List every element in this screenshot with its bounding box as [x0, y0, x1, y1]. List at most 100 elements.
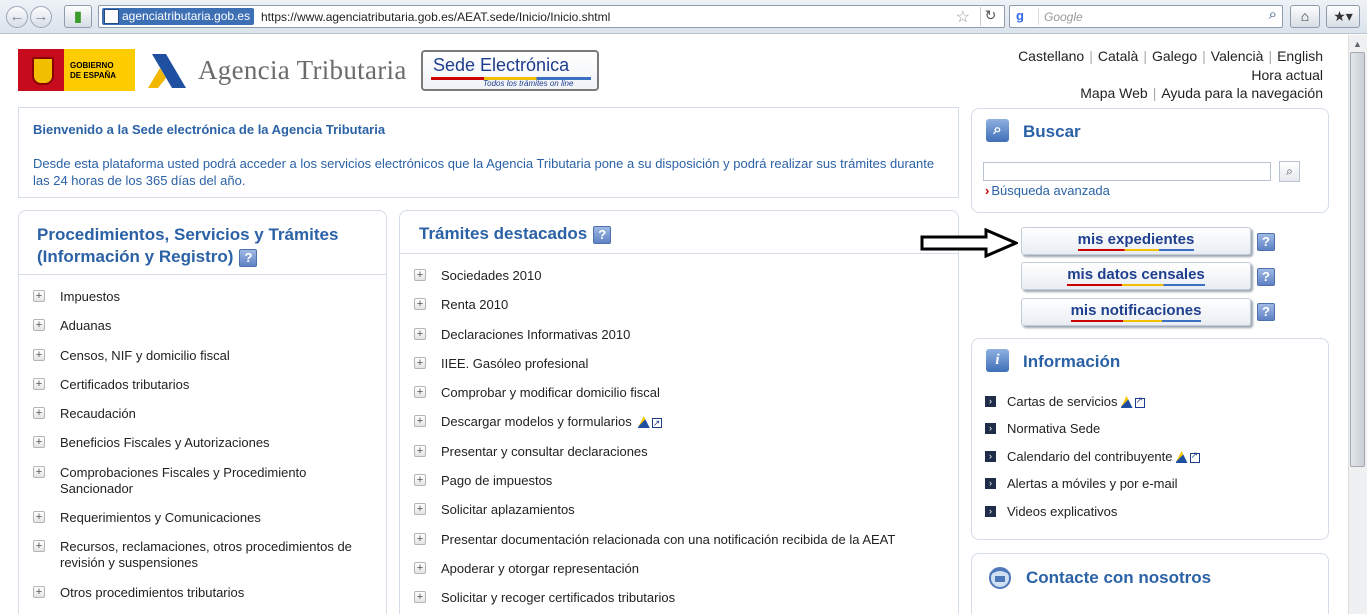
external-link-icon[interactable]: [1175, 450, 1200, 466]
expand-plus-icon[interactable]: +: [33, 586, 45, 598]
mis-expedientes-text[interactable]: mis expedientes: [1078, 231, 1195, 248]
list-item-label[interactable]: Recaudación: [60, 406, 136, 422]
expand-plus-icon[interactable]: +: [33, 511, 45, 523]
back-arrow-icon[interactable]: ←: [6, 6, 28, 28]
external-link-icon[interactable]: [637, 415, 662, 432]
browser-search-bar[interactable]: g Google ⌕: [1009, 5, 1283, 28]
list-item-label[interactable]: Beneficios Fiscales y Autorizaciones: [60, 435, 270, 451]
lang-galego[interactable]: Galego: [1152, 48, 1197, 64]
expand-plus-icon[interactable]: +: [33, 466, 45, 478]
site-identity-badge[interactable]: agenciatributaria.gob.es: [102, 8, 255, 25]
home-icon[interactable]: ⌂: [1290, 5, 1320, 28]
expand-plus-icon[interactable]: +: [33, 378, 45, 390]
expand-plus-icon[interactable]: +: [414, 357, 426, 369]
expand-plus-icon[interactable]: +: [33, 349, 45, 361]
list-item-label[interactable]: Impuestos: [60, 289, 120, 305]
expand-plus-icon[interactable]: +: [414, 269, 426, 281]
signal-icon[interactable]: ▮: [64, 5, 92, 28]
lang-castellano[interactable]: Castellano: [1018, 48, 1084, 64]
expand-plus-icon[interactable]: +: [414, 328, 426, 340]
list-item-label[interactable]: IIEE. Gasóleo profesional: [441, 356, 588, 372]
list-item-label[interactable]: Descargar modelos y formularios: [441, 414, 662, 432]
list-item-label[interactable]: Aduanas: [60, 318, 111, 334]
google-logo-icon[interactable]: g: [1013, 8, 1039, 25]
sede-electronica-logo[interactable]: Sede Electrónica Todos los trámites on l…: [421, 50, 599, 91]
help-icon[interactable]: ?: [1257, 268, 1275, 286]
advanced-search-link[interactable]: Búsqueda avanzada: [985, 183, 1110, 198]
expand-plus-icon[interactable]: +: [33, 290, 45, 302]
list-item-label[interactable]: Videos explicativos: [1007, 504, 1117, 519]
url-bar[interactable]: agenciatributaria.gob.es https://www.age…: [98, 5, 1005, 28]
expand-plus-icon[interactable]: +: [414, 533, 426, 545]
search-icon[interactable]: ⌕: [1269, 6, 1277, 23]
list-item-text[interactable]: Cartas de servicios: [1007, 394, 1118, 409]
expand-plus-icon[interactable]: +: [33, 540, 45, 552]
expand-plus-icon[interactable]: +: [414, 445, 426, 457]
list-item-label[interactable]: Certificados tributarios: [60, 377, 189, 393]
lang-english[interactable]: English: [1277, 48, 1323, 64]
mis-expedientes-button[interactable]: mis expedientes: [1021, 227, 1251, 255]
list-item-text[interactable]: Calendario del contribuyente: [1007, 449, 1173, 464]
expand-plus-icon[interactable]: +: [414, 474, 426, 486]
list-item-label[interactable]: Solicitar y recoger certificados tributa…: [441, 590, 675, 606]
expand-plus-icon[interactable]: +: [33, 436, 45, 448]
list-item-label[interactable]: Alertas a móviles y por e-mail: [1007, 476, 1178, 491]
agency-name[interactable]: Agencia Tributaria: [198, 55, 407, 86]
mis-datos-censales-label[interactable]: mis datos censales: [1067, 266, 1205, 286]
expand-plus-icon[interactable]: +: [33, 407, 45, 419]
list-item-label[interactable]: Renta 2010: [441, 297, 508, 313]
help-icon[interactable]: ?: [239, 248, 258, 267]
mis-notificaciones-label[interactable]: mis notificaciones: [1070, 302, 1202, 322]
mapa-web-link[interactable]: Mapa Web: [1080, 85, 1147, 101]
list-item-label[interactable]: Comprobar y modificar domicilio fiscal: [441, 385, 660, 401]
expand-plus-icon[interactable]: +: [414, 562, 426, 574]
scrollbar-thumb[interactable]: [1350, 52, 1365, 467]
list-item-label[interactable]: Presentar documentación relacionada con …: [441, 532, 895, 548]
list-item-label[interactable]: Normativa Sede: [1007, 421, 1100, 436]
expand-plus-icon[interactable]: +: [414, 415, 426, 427]
list-item-label[interactable]: Apoderar y otorgar representación: [441, 561, 639, 577]
lang-valencia[interactable]: Valencià: [1211, 48, 1264, 64]
list-item-label[interactable]: Declaraciones Informativas 2010: [441, 327, 630, 343]
list-item-label[interactable]: Pago de impuestos: [441, 473, 552, 489]
list-item-label[interactable]: Recursos, reclamaciones, otros procedimi…: [60, 539, 365, 571]
expand-plus-icon[interactable]: +: [33, 319, 45, 331]
aeat-logo-icon[interactable]: [144, 48, 192, 92]
list-item-label[interactable]: Cartas de servicios: [1007, 394, 1145, 411]
list-item-label[interactable]: Sociedades 2010: [441, 268, 541, 284]
expand-plus-icon[interactable]: +: [414, 591, 426, 603]
scroll-up-arrow-icon[interactable]: ▲: [1349, 36, 1366, 52]
help-icon[interactable]: ?: [593, 225, 612, 244]
gobierno-logo[interactable]: GOBIERNO DE ESPAÑA: [18, 49, 135, 91]
ayuda-link[interactable]: Ayuda para la navegación: [1161, 85, 1323, 101]
list-item-label[interactable]: Calendario del contribuyente: [1007, 449, 1200, 466]
expand-plus-icon[interactable]: +: [414, 298, 426, 310]
url-text[interactable]: https://www.agenciatributaria.gob.es/AEA…: [261, 10, 610, 24]
list-item-label[interactable]: Presentar y consultar declaraciones: [441, 444, 648, 460]
mis-datos-censales-button[interactable]: mis datos censales: [1021, 262, 1251, 290]
list-item-label[interactable]: Requerimientos y Comunicaciones: [60, 510, 261, 526]
list-item-label[interactable]: Comprobaciones Fiscales y Procedimiento …: [60, 465, 350, 497]
expand-plus-icon[interactable]: +: [414, 386, 426, 398]
search-input[interactable]: [983, 162, 1271, 181]
gobierno-text: GOBIERNO DE ESPAÑA: [70, 61, 116, 81]
mis-notificaciones-text[interactable]: mis notificaciones: [1071, 302, 1202, 319]
mis-datos-censales-text[interactable]: mis datos censales: [1067, 266, 1205, 283]
bookmark-star-icon[interactable]: ☆: [956, 7, 970, 27]
list-item-text[interactable]: Descargar modelos y formularios: [441, 414, 632, 429]
reload-icon[interactable]: ↻: [980, 7, 1000, 26]
hora-actual-link[interactable]: Hora actual: [1018, 66, 1323, 85]
external-link-icon[interactable]: [1120, 395, 1145, 411]
mis-expedientes-label[interactable]: mis expedientes: [1077, 231, 1195, 251]
help-icon[interactable]: ?: [1257, 233, 1275, 251]
help-icon[interactable]: ?: [1257, 303, 1275, 321]
expand-plus-icon[interactable]: +: [414, 503, 426, 515]
lang-catala[interactable]: Català: [1098, 48, 1138, 64]
bookmarks-menu-icon[interactable]: ★▾: [1326, 5, 1360, 28]
search-button-icon[interactable]: ⌕: [1279, 161, 1300, 182]
list-item-label[interactable]: Otros procedimientos tributarios: [60, 585, 244, 601]
list-item-label[interactable]: Solicitar aplazamientos: [441, 502, 575, 518]
list-item-label[interactable]: Censos, NIF y domicilio fiscal: [60, 348, 230, 364]
forward-arrow-icon[interactable]: →: [30, 6, 52, 28]
mis-notificaciones-button[interactable]: mis notificaciones: [1021, 298, 1251, 326]
